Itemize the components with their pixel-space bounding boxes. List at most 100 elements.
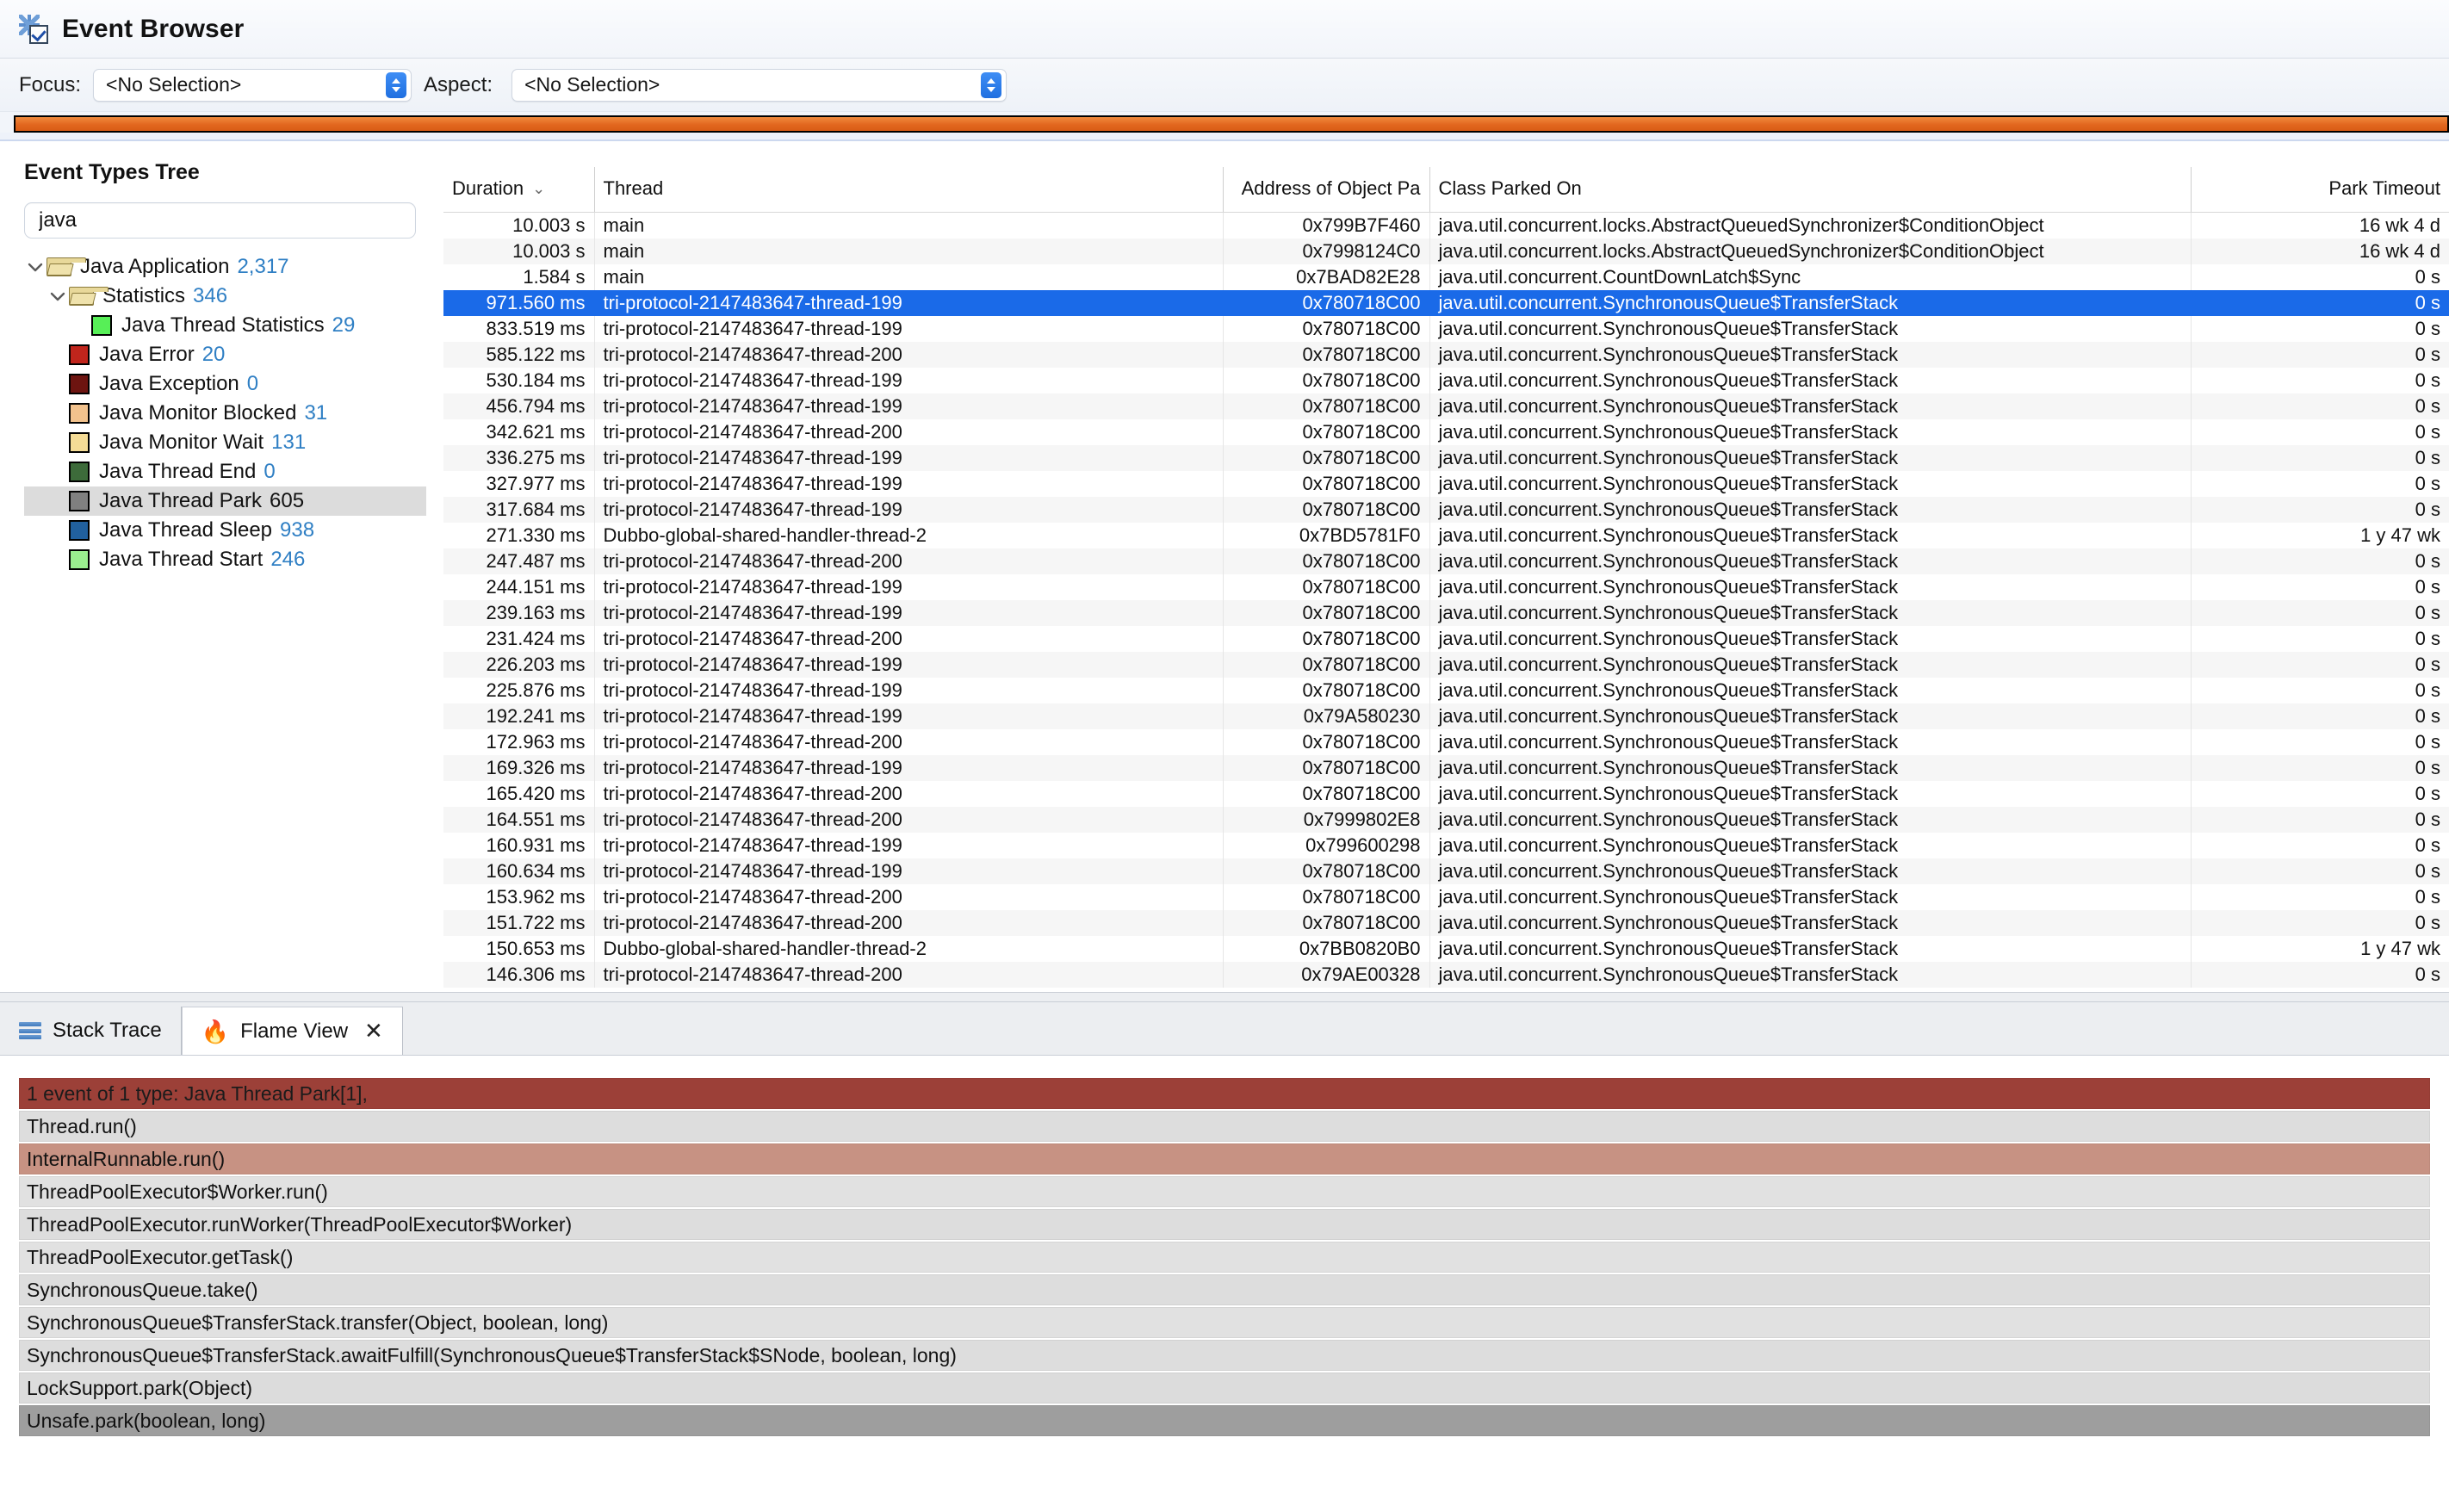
tree-item-java-monitor-wait[interactable]: Java Monitor Wait 131	[24, 428, 426, 457]
table-row[interactable]: 585.122 ms tri-protocol-2147483647-thread…	[443, 342, 2449, 368]
cell-thread: tri-protocol-2147483647-thread-199	[593, 703, 1223, 729]
cell-duration: 530.184 ms	[486, 369, 586, 391]
tree-item-statistics[interactable]: Statistics 346	[24, 282, 426, 311]
table-row[interactable]: 247.487 ms tri-protocol-2147483647-thread…	[443, 548, 2449, 574]
table-row[interactable]: 971.560 ms tri-protocol-2147483647-thread…	[443, 290, 2449, 316]
table-row[interactable]: 456.794 ms tri-protocol-2147483647-thread…	[443, 393, 2449, 419]
flame-frame[interactable]: LockSupport.park(Object)	[19, 1373, 2430, 1404]
table-row[interactable]: 153.962 ms tri-protocol-2147483647-thread…	[443, 884, 2449, 910]
flame-frame[interactable]: ThreadPoolExecutor$Worker.run()	[19, 1176, 2430, 1207]
tree-item-java-exception[interactable]: Java Exception 0	[24, 369, 426, 399]
flame-frame[interactable]: Unsafe.park(boolean, long)	[19, 1405, 2430, 1436]
tree-item-java-application[interactable]: Java Application 2,317	[24, 252, 426, 282]
column-header-class[interactable]: Class Parked On	[1429, 167, 2191, 213]
tree-item-java-thread-park[interactable]: Java Thread Park 605	[24, 486, 426, 516]
event-color-swatch	[69, 549, 90, 570]
cell-address: 0x780718C00	[1222, 910, 1429, 936]
table-row[interactable]: 160.931 ms tri-protocol-2147483647-thread…	[443, 833, 2449, 858]
aspect-select[interactable]: <No Selection>	[512, 68, 1008, 102]
tree-item-java-monitor-blocked[interactable]: Java Monitor Blocked 31	[24, 399, 426, 428]
cell-thread: tri-protocol-2147483647-thread-200	[593, 910, 1223, 936]
tree-item-java-thread-sleep[interactable]: Java Thread Sleep 938	[24, 516, 426, 545]
table-row[interactable]: 164.551 ms tri-protocol-2147483647-thread…	[443, 807, 2449, 833]
close-icon[interactable]: ✕	[364, 1018, 383, 1044]
events-table[interactable]: Duration ⌄ Thread Address of Object Pa Class…	[443, 167, 2449, 988]
cell-thread: Dubbo-global-shared-handler-thread-2	[593, 936, 1223, 962]
table-row[interactable]: 146.306 ms tri-protocol-2147483647-thread…	[443, 962, 2449, 988]
flame-view[interactable]: 1 event of 1 type: Java Thread Park[1], T…	[0, 1056, 2449, 1436]
cell-address: 0x780718C00	[1222, 729, 1429, 755]
chevron-updown-icon[interactable]	[981, 71, 1002, 98]
table-row[interactable]: 244.151 ms tri-protocol-2147483647-thread…	[443, 574, 2449, 600]
column-header-duration[interactable]: Duration ⌄	[443, 167, 594, 213]
table-row[interactable]: 150.653 ms Dubbo-global-shared-handler-th…	[443, 936, 2449, 962]
table-row[interactable]: 192.241 ms tri-protocol-2147483647-thread…	[443, 703, 2449, 729]
cell-class: java.util.concurrent.SynchronousQueue$Tr…	[1429, 936, 2191, 962]
flame-frame[interactable]: SynchronousQueue$TransferStack.transfer(…	[19, 1307, 2430, 1338]
table-row[interactable]: 231.424 ms tri-protocol-2147483647-thread…	[443, 626, 2449, 652]
cell-duration: 146.306 ms	[486, 964, 586, 985]
table-row[interactable]: 327.977 ms tri-protocol-2147483647-thread…	[443, 471, 2449, 497]
table-row[interactable]: 10.003 s main 0x799B7F460 java.util.concurr…	[443, 212, 2449, 239]
cell-class: java.util.concurrent.SynchronousQueue$Tr…	[1429, 678, 2191, 703]
table-row[interactable]: 169.326 ms tri-protocol-2147483647-thread…	[443, 755, 2449, 781]
table-row[interactable]: 530.184 ms tri-protocol-2147483647-thread…	[443, 368, 2449, 393]
chevron-down-icon[interactable]	[24, 261, 46, 273]
tree-item-java-error[interactable]: Java Error 20	[24, 340, 426, 369]
flame-frame[interactable]: 1 event of 1 type: Java Thread Park[1],	[19, 1078, 2430, 1109]
flame-frame[interactable]: Thread.run()	[19, 1111, 2430, 1142]
cell-thread: tri-protocol-2147483647-thread-200	[593, 729, 1223, 755]
cell-class: java.util.concurrent.SynchronousQueue$Tr…	[1429, 419, 2191, 445]
tree-item-java-thread-start[interactable]: Java Thread Start 246	[24, 545, 426, 574]
table-row[interactable]: 151.722 ms tri-protocol-2147483647-thread…	[443, 910, 2449, 936]
tab-stack-trace[interactable]: Stack Trace	[0, 1007, 182, 1055]
table-row[interactable]: 317.684 ms tri-protocol-2147483647-thread…	[443, 497, 2449, 523]
aspect-select-value: <No Selection>	[524, 73, 660, 96]
sort-descending-icon[interactable]: ⌄	[532, 180, 545, 198]
cell-thread: tri-protocol-2147483647-thread-199	[593, 393, 1223, 419]
column-header-thread[interactable]: Thread	[593, 167, 1223, 213]
tree-item-java-thread-end[interactable]: Java Thread End 0	[24, 457, 426, 486]
flame-frame[interactable]: SynchronousQueue$TransferStack.awaitFulf…	[19, 1340, 2430, 1371]
table-row[interactable]: 342.621 ms tri-protocol-2147483647-thread…	[443, 419, 2449, 445]
flame-frame-label: SynchronousQueue$TransferStack.awaitFulf…	[27, 1343, 957, 1366]
timeline-range-bar[interactable]	[14, 115, 2449, 133]
tree-item-label: Java Thread Sleep	[99, 518, 273, 542]
tree-item-java-thread-statistics[interactable]: Java Thread Statistics 29	[24, 311, 426, 340]
table-row[interactable]: 160.634 ms tri-protocol-2147483647-thread…	[443, 858, 2449, 884]
tree-filter-input[interactable]	[37, 208, 403, 233]
cell-duration: 971.560 ms	[443, 290, 594, 316]
table-row[interactable]: 226.203 ms tri-protocol-2147483647-thread…	[443, 652, 2449, 678]
tree-filter-field[interactable]	[24, 202, 416, 239]
table-row[interactable]: 1.584 s main 0x7BAD82E28 java.util.concurre…	[443, 264, 2449, 290]
column-header-address[interactable]: Address of Object Pa	[1222, 167, 1429, 213]
cell-timeout: 0 s	[2190, 368, 2449, 393]
table-row[interactable]: 336.275 ms tri-protocol-2147483647-thread…	[443, 445, 2449, 471]
cell-class: java.util.concurrent.locks.AbstractQueue…	[1429, 212, 2191, 239]
table-row[interactable]: 239.163 ms tri-protocol-2147483647-thread…	[443, 600, 2449, 626]
flame-frame-label: ThreadPoolExecutor.getTask()	[27, 1245, 294, 1268]
event-types-tree-list[interactable]: Java Application 2,317 Statistics 346 Java T…	[24, 252, 426, 574]
chevron-down-icon[interactable]	[46, 290, 69, 302]
tab-flame-view[interactable]: 🔥 Flame View ✕	[181, 1007, 403, 1055]
table-row[interactable]: 172.963 ms tri-protocol-2147483647-thread…	[443, 729, 2449, 755]
chevron-updown-icon[interactable]	[386, 71, 407, 98]
flame-frame[interactable]: InternalRunnable.run()	[19, 1143, 2430, 1174]
tree-item-count: 346	[193, 284, 228, 307]
events-table-body[interactable]: 10.003 s main 0x799B7F460 java.util.concurr…	[443, 212, 2449, 988]
flame-frame[interactable]: ThreadPoolExecutor.getTask()	[19, 1242, 2430, 1273]
table-row[interactable]: 10.003 s main 0x7998124C0 java.util.concurr…	[443, 239, 2449, 264]
bottom-tabbar[interactable]: Stack Trace 🔥 Flame View ✕	[0, 1002, 2449, 1056]
cell-duration: 150.653 ms	[486, 938, 586, 959]
focus-select[interactable]: <No Selection>	[93, 68, 412, 102]
table-row[interactable]: 271.330 ms Dubbo-global-shared-handler-th…	[443, 523, 2449, 548]
column-header-timeout[interactable]: Park Timeout	[2190, 167, 2449, 213]
table-row[interactable]: 833.519 ms tri-protocol-2147483647-thread…	[443, 316, 2449, 342]
events-table-header[interactable]: Duration ⌄ Thread Address of Object Pa Class…	[443, 167, 2449, 213]
flame-frame[interactable]: ThreadPoolExecutor.runWorker(ThreadPoolE…	[19, 1209, 2430, 1240]
flame-frame[interactable]: SynchronousQueue.take()	[19, 1274, 2430, 1305]
horizontal-splitter[interactable]	[0, 992, 2449, 1002]
table-row[interactable]: 165.420 ms tri-protocol-2147483647-thread…	[443, 781, 2449, 807]
cell-thread: tri-protocol-2147483647-thread-200	[593, 781, 1223, 807]
table-row[interactable]: 225.876 ms tri-protocol-2147483647-thread…	[443, 678, 2449, 703]
